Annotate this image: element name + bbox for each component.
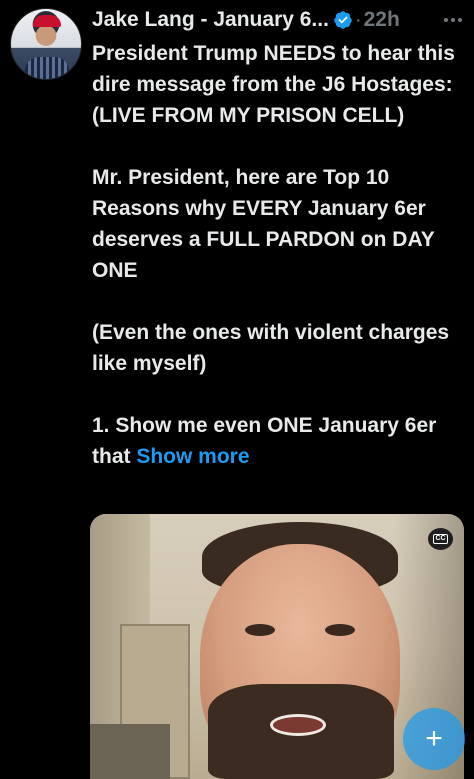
avatar-cap [33, 15, 61, 27]
post-paragraph: (Even the ones with violent charges like… [92, 321, 450, 375]
post-paragraph: Mr. President, here are Top 10 Reasons w… [92, 166, 435, 282]
closed-captions-icon[interactable]: CC [428, 528, 453, 550]
post-header: Jake Lang - January 6... · 22h [92, 6, 466, 34]
compose-button[interactable]: + [403, 708, 465, 770]
post-paragraph-last: 1. Show me even ONE January 6er that Sho… [92, 410, 464, 472]
compose-icon: + [425, 722, 443, 755]
show-more-link[interactable]: Show more [136, 445, 249, 468]
person-eye-left [245, 624, 275, 636]
avatar-shirt [25, 57, 69, 79]
cc-label: CC [433, 534, 448, 544]
separator-dot: · [354, 8, 362, 31]
background-shelf [90, 724, 170, 779]
person-eye-right [325, 624, 355, 636]
person-mouth [270, 714, 326, 736]
author-name[interactable]: Jake Lang - January 6... [92, 8, 329, 32]
more-options-icon[interactable] [444, 18, 466, 22]
author-avatar[interactable] [10, 8, 82, 80]
post-paragraph: President Trump NEEDS to hear this dire … [92, 42, 455, 127]
verified-badge-icon [334, 11, 352, 29]
post-timestamp[interactable]: 22h [364, 8, 400, 32]
post-body: President Trump NEEDS to hear this dire … [92, 38, 464, 472]
